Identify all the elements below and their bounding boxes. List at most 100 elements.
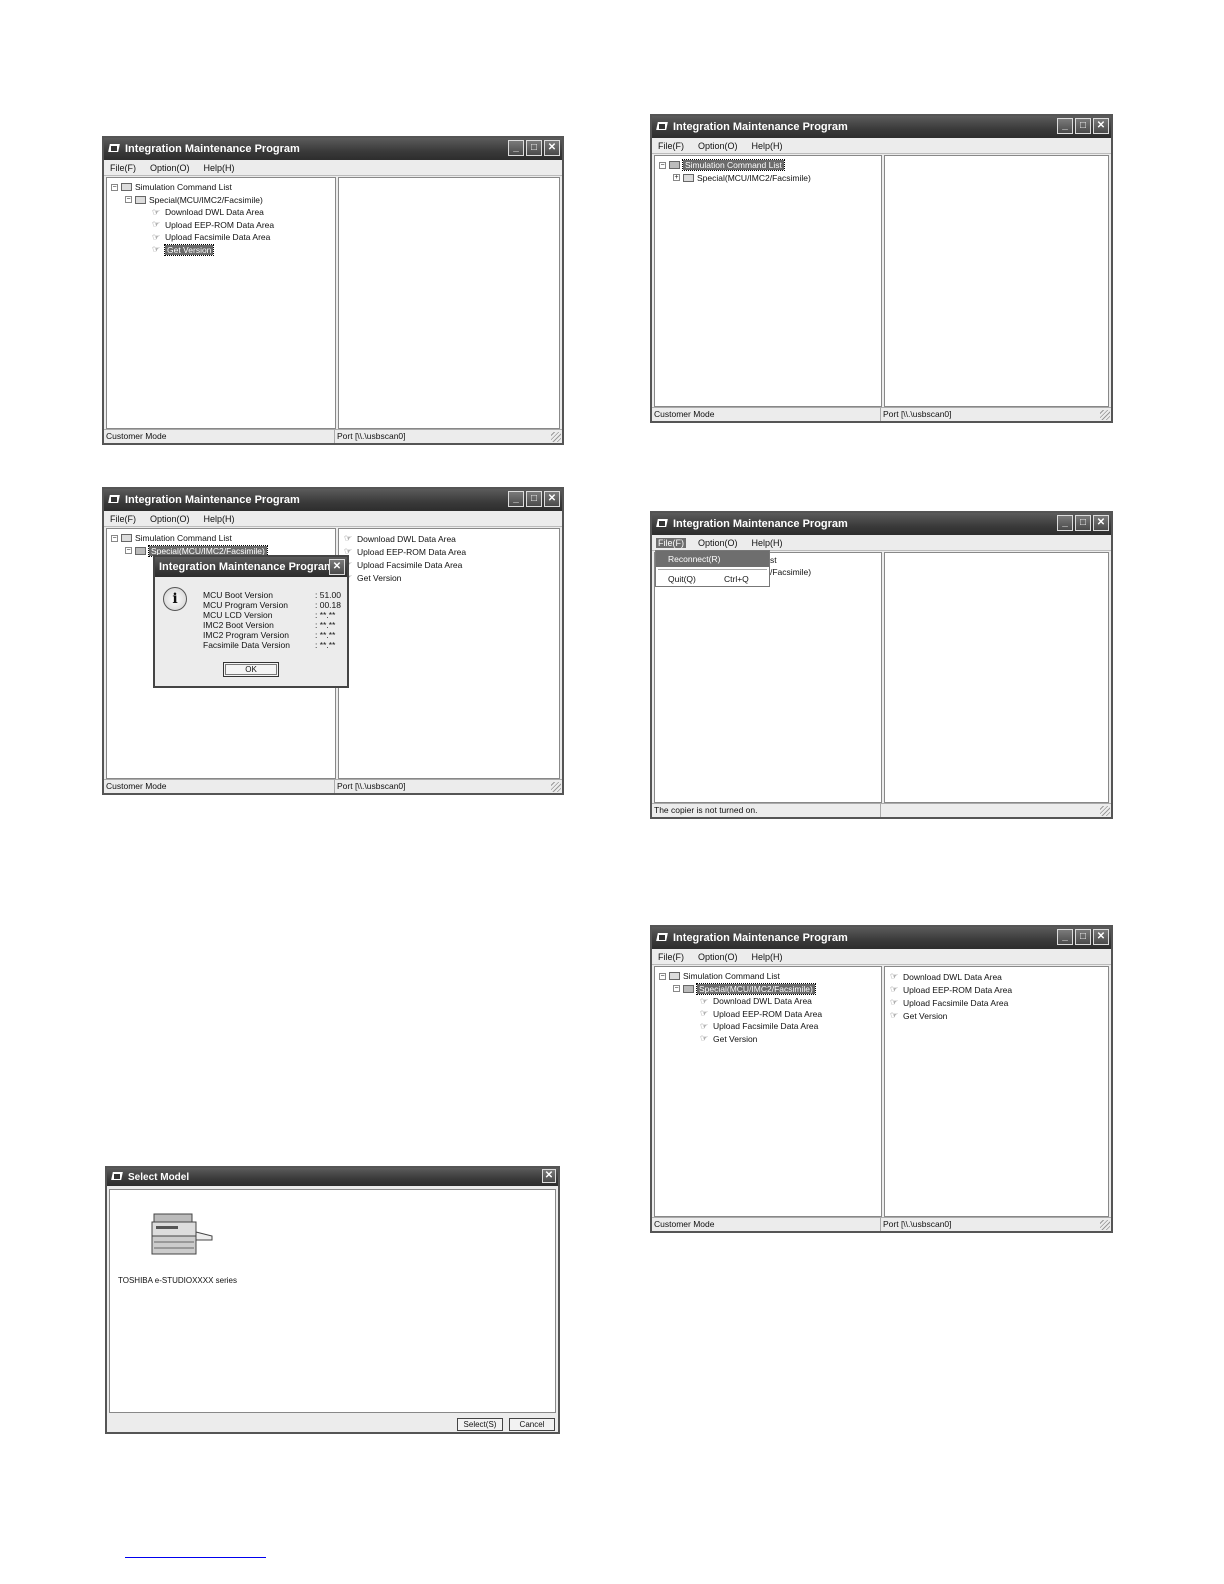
tree-pane[interactable]: − Simulation Command List − Special(MCU/…: [654, 966, 882, 1217]
tree-item-get-version[interactable]: ☞ Get Version: [659, 1033, 822, 1046]
menu-option[interactable]: Option(O): [148, 163, 192, 173]
close-button[interactable]: ✕: [542, 1169, 556, 1183]
list-item-get-version[interactable]: ☞Get Version: [341, 571, 466, 584]
menu-help[interactable]: Help(H): [750, 538, 785, 548]
tree-root[interactable]: − Simulation Command List: [659, 970, 822, 983]
close-button[interactable]: ✕: [544, 491, 560, 507]
list-pane[interactable]: [884, 552, 1109, 803]
collapse-icon[interactable]: −: [125, 196, 132, 204]
maximize-button[interactable]: □: [526, 491, 542, 507]
tree-item-upload-facsimile[interactable]: ☞ Upload Facsimile Data Area: [659, 1020, 822, 1033]
collapse-icon[interactable]: −: [125, 547, 132, 555]
list-item-download-dwl[interactable]: ☞ Download DWL Data Area: [341, 532, 466, 545]
menu-file[interactable]: File(F): [108, 514, 138, 524]
select-button[interactable]: Select(S): [457, 1418, 503, 1431]
app-icon: [656, 518, 669, 531]
menu-file[interactable]: File(F): [108, 163, 138, 173]
tree-pane[interactable]: st /Facsimile): [654, 552, 882, 803]
collapse-icon[interactable]: −: [111, 183, 118, 191]
maximize-button[interactable]: □: [1075, 515, 1091, 531]
close-button[interactable]: ✕: [544, 140, 560, 156]
menu-option[interactable]: Option(O): [696, 141, 740, 151]
minimize-button[interactable]: _: [508, 140, 524, 156]
resize-grip[interactable]: [1100, 806, 1110, 816]
select-model-title-bar[interactable]: Select Model ✕: [107, 1168, 558, 1186]
menu-item-quit[interactable]: Quit(Q) Ctrl+Q: [656, 572, 769, 586]
menu-file[interactable]: File(F): [656, 141, 686, 151]
tree-item-get-version[interactable]: ☞ Get Version: [111, 243, 274, 257]
menu-help[interactable]: Help(H): [750, 952, 785, 962]
menu-item-reconnect[interactable]: Reconnect(R): [656, 551, 769, 567]
tree-special[interactable]: + Special(MCU/IMC2/Facsimile): [659, 172, 811, 185]
list-pane[interactable]: [338, 177, 560, 429]
model-name-label[interactable]: TOSHIBA e-STUDIOXXXX series: [118, 1276, 237, 1285]
select-model-title: Select Model: [128, 1171, 190, 1183]
menu-help[interactable]: Help(H): [750, 141, 785, 151]
list-item-get-version[interactable]: ☞Get Version: [887, 1009, 1012, 1022]
tree-pane[interactable]: − Simulation Command List − Special(MCU/…: [106, 177, 336, 429]
list-item-download-dwl[interactable]: ☞ Download DWL Data Area: [887, 970, 1012, 983]
resize-grip[interactable]: [1100, 410, 1110, 420]
title-bar[interactable]: Integration Maintenance Program _ □ ✕: [104, 138, 562, 160]
list-pane[interactable]: [884, 155, 1109, 407]
title-bar[interactable]: Integration Maintenance Program _ □ ✕: [104, 489, 562, 511]
collapse-icon[interactable]: −: [673, 985, 680, 993]
list-pane[interactable]: ☞ Download DWL Data Area ☞ Upload EEP-ROM …: [884, 966, 1109, 1217]
link-underline[interactable]: [125, 1557, 266, 1558]
menu-file[interactable]: File(F): [656, 952, 686, 962]
tree-pane[interactable]: − Simulation Command List + Special(MCU/…: [654, 155, 882, 407]
minimize-button[interactable]: _: [508, 491, 524, 507]
list-item-upload-facsimile[interactable]: ☞Upload Facsimile Data Area: [887, 996, 1012, 1009]
collapse-icon[interactable]: −: [659, 161, 666, 169]
status-mode: Customer Mode: [652, 1217, 880, 1231]
maximize-button[interactable]: □: [1075, 929, 1091, 945]
list-item-upload-facsimile[interactable]: ☞Upload Facsimile Data Area: [341, 558, 466, 571]
close-button[interactable]: ✕: [1093, 515, 1109, 531]
close-button[interactable]: ✕: [1093, 929, 1109, 945]
minimize-button[interactable]: _: [1057, 929, 1073, 945]
menu-option[interactable]: Option(O): [148, 514, 192, 524]
dialog-close-button[interactable]: ✕: [329, 559, 345, 575]
dialog-title-bar[interactable]: Integration Maintenance Program ✕: [155, 557, 347, 577]
close-button[interactable]: ✕: [1093, 118, 1109, 134]
resize-grip[interactable]: [551, 782, 561, 792]
expand-icon[interactable]: +: [673, 174, 680, 182]
tree-special[interactable]: − Special(MCU/IMC2/Facsimile): [659, 982, 822, 996]
tree-root[interactable]: − Simulation Command List: [111, 181, 274, 194]
resize-grip[interactable]: [551, 432, 561, 442]
model-list-pane[interactable]: TOSHIBA e-STUDIOXXXX series: [109, 1189, 556, 1413]
quit-shortcut: Ctrl+Q: [724, 574, 749, 584]
list-pane[interactable]: ☞ Download DWL Data Area ☞ Upload EEP-ROM …: [338, 528, 560, 779]
menu-option[interactable]: Option(O): [696, 952, 740, 962]
minimize-button[interactable]: _: [1057, 118, 1073, 134]
ok-button[interactable]: OK: [223, 662, 279, 677]
tree-item-upload-eeprom[interactable]: ☞ Upload EEP-ROM Data Area: [111, 219, 274, 232]
minimize-button[interactable]: _: [1057, 515, 1073, 531]
tree-special[interactable]: − Special(MCU/IMC2/Facsimile): [111, 194, 274, 207]
tree-item-upload-facsimile[interactable]: ☞ Upload Facsimile Data Area: [111, 231, 274, 244]
folder-icon: [683, 173, 694, 182]
title-bar[interactable]: Integration Maintenance Program _ □ ✕: [652, 513, 1111, 535]
tree-item-download-dwl[interactable]: ☞ Download DWL Data Area: [659, 995, 822, 1008]
menu-option[interactable]: Option(O): [696, 538, 740, 548]
maximize-button[interactable]: □: [1075, 118, 1091, 134]
tree-item-download-dwl[interactable]: ☞ Download DWL Data Area: [111, 206, 274, 219]
resize-grip[interactable]: [1100, 1220, 1110, 1230]
collapse-icon[interactable]: −: [659, 972, 666, 980]
collapse-icon[interactable]: −: [111, 534, 118, 542]
menu-file[interactable]: File(F): [656, 537, 686, 548]
tree-root[interactable]: − Simulation Command List: [111, 532, 267, 545]
menu-help[interactable]: Help(H): [202, 514, 237, 524]
tree-root[interactable]: − Simulation Command List: [659, 159, 811, 172]
copier-icon[interactable]: [150, 1212, 216, 1256]
title-bar[interactable]: Integration Maintenance Program _ □ ✕: [652, 116, 1111, 138]
hand-pointer-icon: ☞: [151, 206, 161, 217]
cancel-button[interactable]: Cancel: [509, 1418, 555, 1431]
list-item-upload-eeprom[interactable]: ☞ Upload EEP-ROM Data Area: [341, 545, 466, 558]
list-item-upload-eeprom[interactable]: ☞ Upload EEP-ROM Data Area: [887, 983, 1012, 996]
tree-item-upload-eeprom[interactable]: ☞ Upload EEP-ROM Data Area: [659, 1008, 822, 1021]
maximize-button[interactable]: □: [526, 140, 542, 156]
menu-help[interactable]: Help(H): [202, 163, 237, 173]
title-bar[interactable]: Integration Maintenance Program _ □ ✕: [652, 927, 1111, 949]
status-bar: The copier is not turned on.: [652, 803, 1111, 817]
